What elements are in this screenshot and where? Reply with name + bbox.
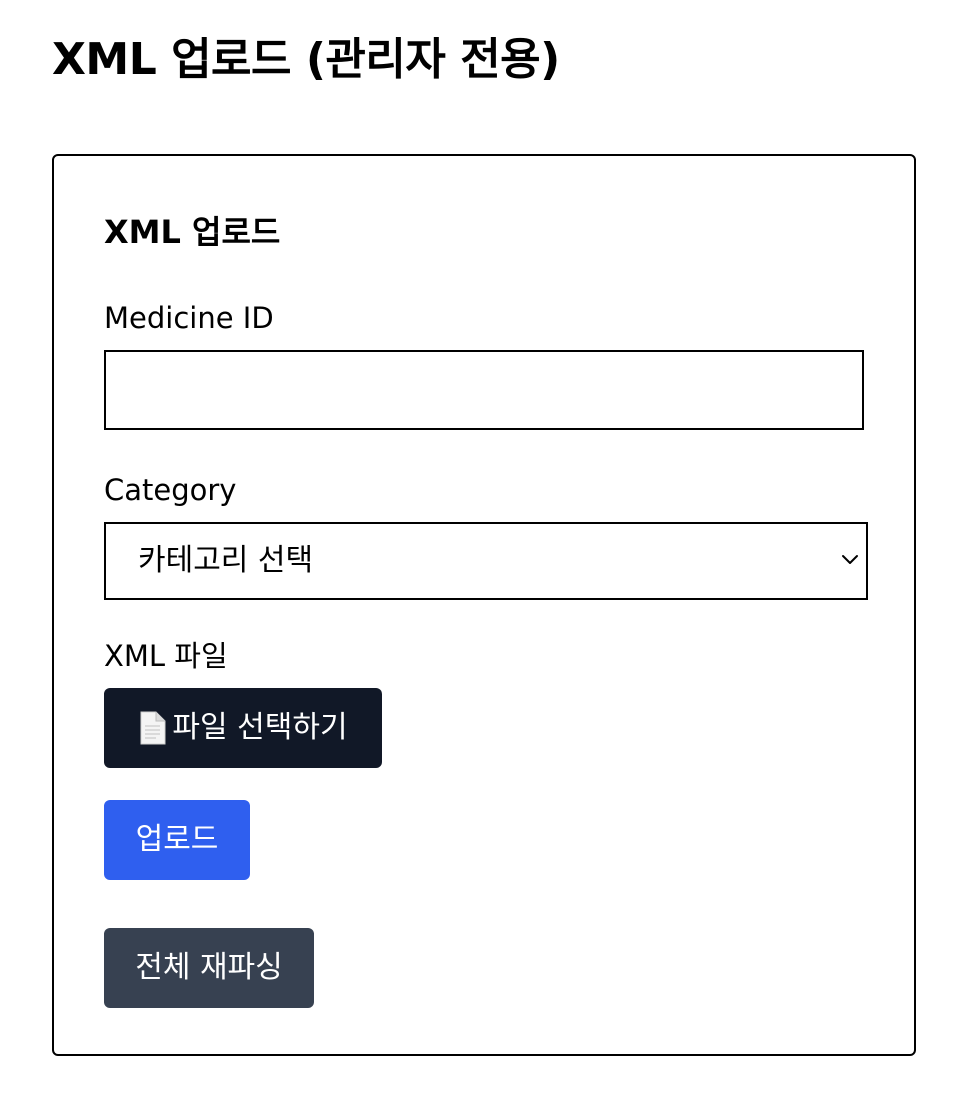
choose-file-button-label: 파일 선택하기 (172, 710, 348, 745)
choose-file-button[interactable]: 파일 선택하기 (104, 688, 382, 768)
xml-file-label: XML 파일 (104, 639, 228, 673)
category-label: Category (104, 473, 237, 507)
category-select[interactable]: 카테고리 선택 (104, 522, 868, 600)
category-selected-value: 카테고리 선택 (138, 543, 314, 578)
card-title: XML 업로드 (104, 213, 281, 251)
chevron-down-icon (842, 555, 858, 564)
reparse-all-button[interactable]: 전체 재파싱 (104, 928, 314, 1008)
medicine-id-input[interactable] (104, 350, 864, 430)
upload-button-label: 업로드 (135, 822, 219, 857)
page-title: XML 업로드 (관리자 전용) (52, 34, 560, 85)
medicine-id-label: Medicine ID (104, 301, 274, 335)
reparse-all-button-label: 전체 재파싱 (135, 950, 283, 985)
upload-card: XML 업로드 Medicine ID Category 카테고리 선택 XML… (52, 154, 916, 1056)
document-icon (140, 711, 166, 745)
upload-button[interactable]: 업로드 (104, 800, 250, 880)
